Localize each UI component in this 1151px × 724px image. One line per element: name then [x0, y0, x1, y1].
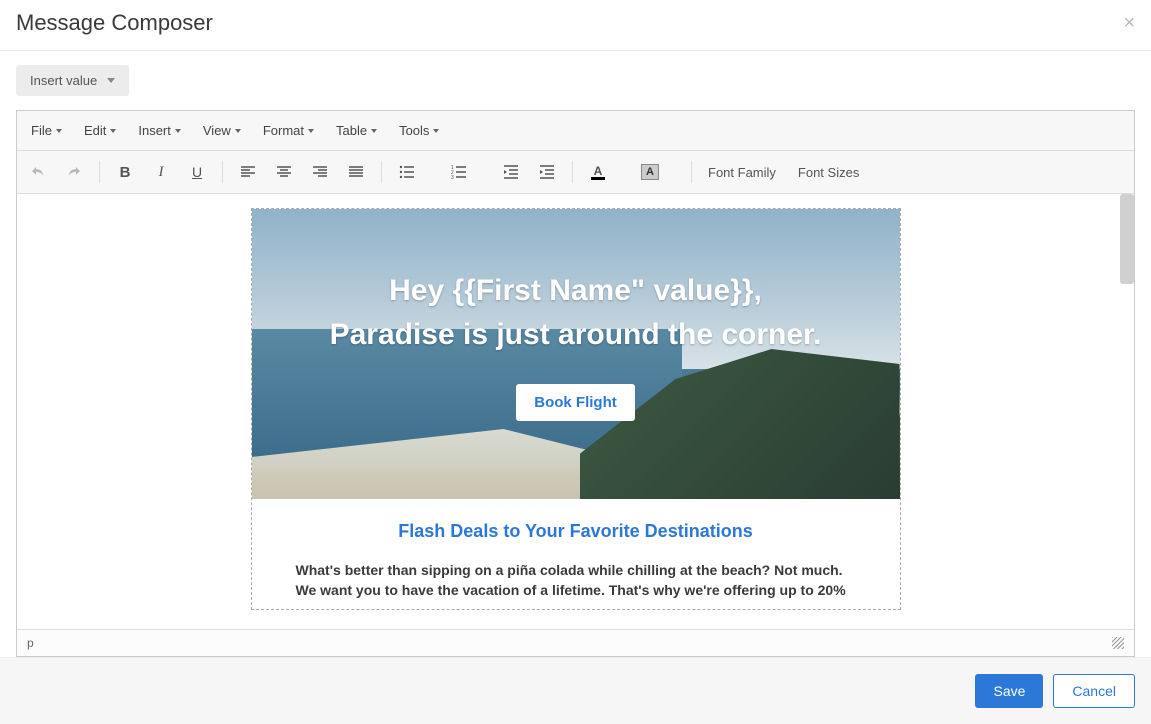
font-sizes-dropdown[interactable]: Font Sizes — [792, 157, 869, 187]
modal-header: Message Composer × — [0, 0, 1151, 51]
save-button[interactable]: Save — [975, 674, 1043, 708]
caret-down-icon — [308, 129, 314, 133]
redo-button[interactable] — [59, 157, 89, 187]
body-line-2: We want you to have the vacation of a li… — [296, 580, 856, 600]
body-text: What's better than sipping on a piña col… — [288, 560, 864, 601]
align-justify-icon — [348, 164, 364, 180]
numbered-list-dropdown[interactable] — [474, 157, 490, 187]
caret-down-icon — [107, 78, 115, 83]
editor-container: File Edit Insert View Format Table Tools… — [16, 110, 1135, 657]
body-line-1: What's better than sipping on a piña col… — [296, 560, 856, 580]
font-family-dropdown[interactable]: Font Family — [702, 157, 786, 187]
caret-down-icon — [56, 129, 62, 133]
modal-title: Message Composer — [16, 10, 213, 36]
underline-button[interactable]: U — [182, 157, 212, 187]
background-color-dropdown[interactable] — [665, 157, 681, 187]
resize-handle[interactable] — [1112, 637, 1124, 649]
align-justify-button[interactable] — [341, 157, 371, 187]
hero-line-1: Hey {{First Name" value}}, — [330, 269, 822, 313]
background-color-button[interactable]: A — [635, 157, 665, 187]
svg-text:3: 3 — [451, 175, 454, 180]
cancel-button[interactable]: Cancel — [1053, 674, 1135, 708]
menu-edit[interactable]: Edit — [74, 117, 126, 144]
align-right-button[interactable] — [305, 157, 335, 187]
align-center-icon — [276, 164, 292, 180]
separator — [99, 161, 100, 183]
bold-button[interactable]: B — [110, 157, 140, 187]
hero-line-2: Paradise is just around the corner. — [330, 313, 822, 357]
hero-heading: Hey {{First Name" value}}, Paradise is j… — [330, 269, 822, 356]
menu-tools[interactable]: Tools — [389, 117, 449, 144]
undo-button[interactable] — [23, 157, 53, 187]
indent-icon — [539, 164, 555, 180]
menu-insert[interactable]: Insert — [128, 117, 191, 144]
insert-value-bar: Insert value — [0, 51, 1151, 110]
editor-menubar: File Edit Insert View Format Table Tools — [17, 111, 1134, 151]
align-center-button[interactable] — [269, 157, 299, 187]
outdent-button[interactable] — [496, 157, 526, 187]
book-flight-button[interactable]: Book Flight — [516, 384, 635, 421]
email-template: Hey {{First Name" value}}, Paradise is j… — [251, 208, 901, 610]
menu-view[interactable]: View — [193, 117, 251, 144]
numbered-list-button[interactable]: 123 — [444, 157, 474, 187]
deals-title: Flash Deals to Your Favorite Destination… — [288, 521, 864, 542]
align-left-button[interactable] — [233, 157, 263, 187]
menu-format[interactable]: Format — [253, 117, 324, 144]
editor-statusbar: p — [17, 629, 1134, 656]
separator — [691, 161, 692, 183]
modal-footer: Save Cancel — [0, 657, 1151, 724]
element-path[interactable]: p — [27, 636, 34, 650]
hero-section: Hey {{First Name" value}}, Paradise is j… — [252, 209, 900, 499]
numbered-list-icon: 123 — [451, 164, 467, 180]
bullet-list-button[interactable] — [392, 157, 422, 187]
indent-button[interactable] — [532, 157, 562, 187]
align-right-icon — [312, 164, 328, 180]
caret-down-icon — [433, 129, 439, 133]
scrollbar-thumb[interactable] — [1120, 194, 1134, 284]
insert-value-button[interactable]: Insert value — [16, 65, 129, 96]
text-color-button[interactable]: A — [583, 157, 613, 187]
redo-icon — [66, 164, 82, 180]
insert-value-label: Insert value — [30, 73, 97, 88]
caret-down-icon — [371, 129, 377, 133]
caret-down-icon — [110, 129, 116, 133]
close-icon[interactable]: × — [1123, 12, 1135, 35]
separator — [222, 161, 223, 183]
caret-down-icon — [175, 129, 181, 133]
separator — [572, 161, 573, 183]
editor-toolbar: B I U — [17, 151, 1134, 194]
undo-icon — [30, 164, 46, 180]
align-left-icon — [240, 164, 256, 180]
menu-file[interactable]: File — [21, 117, 72, 144]
separator — [381, 161, 382, 183]
email-body: Flash Deals to Your Favorite Destination… — [252, 499, 900, 609]
editor-canvas[interactable]: Hey {{First Name" value}}, Paradise is j… — [17, 194, 1134, 629]
caret-down-icon — [235, 129, 241, 133]
italic-button[interactable]: I — [146, 157, 176, 187]
outdent-icon — [503, 164, 519, 180]
bullet-list-dropdown[interactable] — [422, 157, 438, 187]
bullet-list-icon — [399, 164, 415, 180]
menu-table[interactable]: Table — [326, 117, 387, 144]
message-composer-modal: Message Composer × Insert value File Edi… — [0, 0, 1151, 724]
text-color-dropdown[interactable] — [613, 157, 629, 187]
